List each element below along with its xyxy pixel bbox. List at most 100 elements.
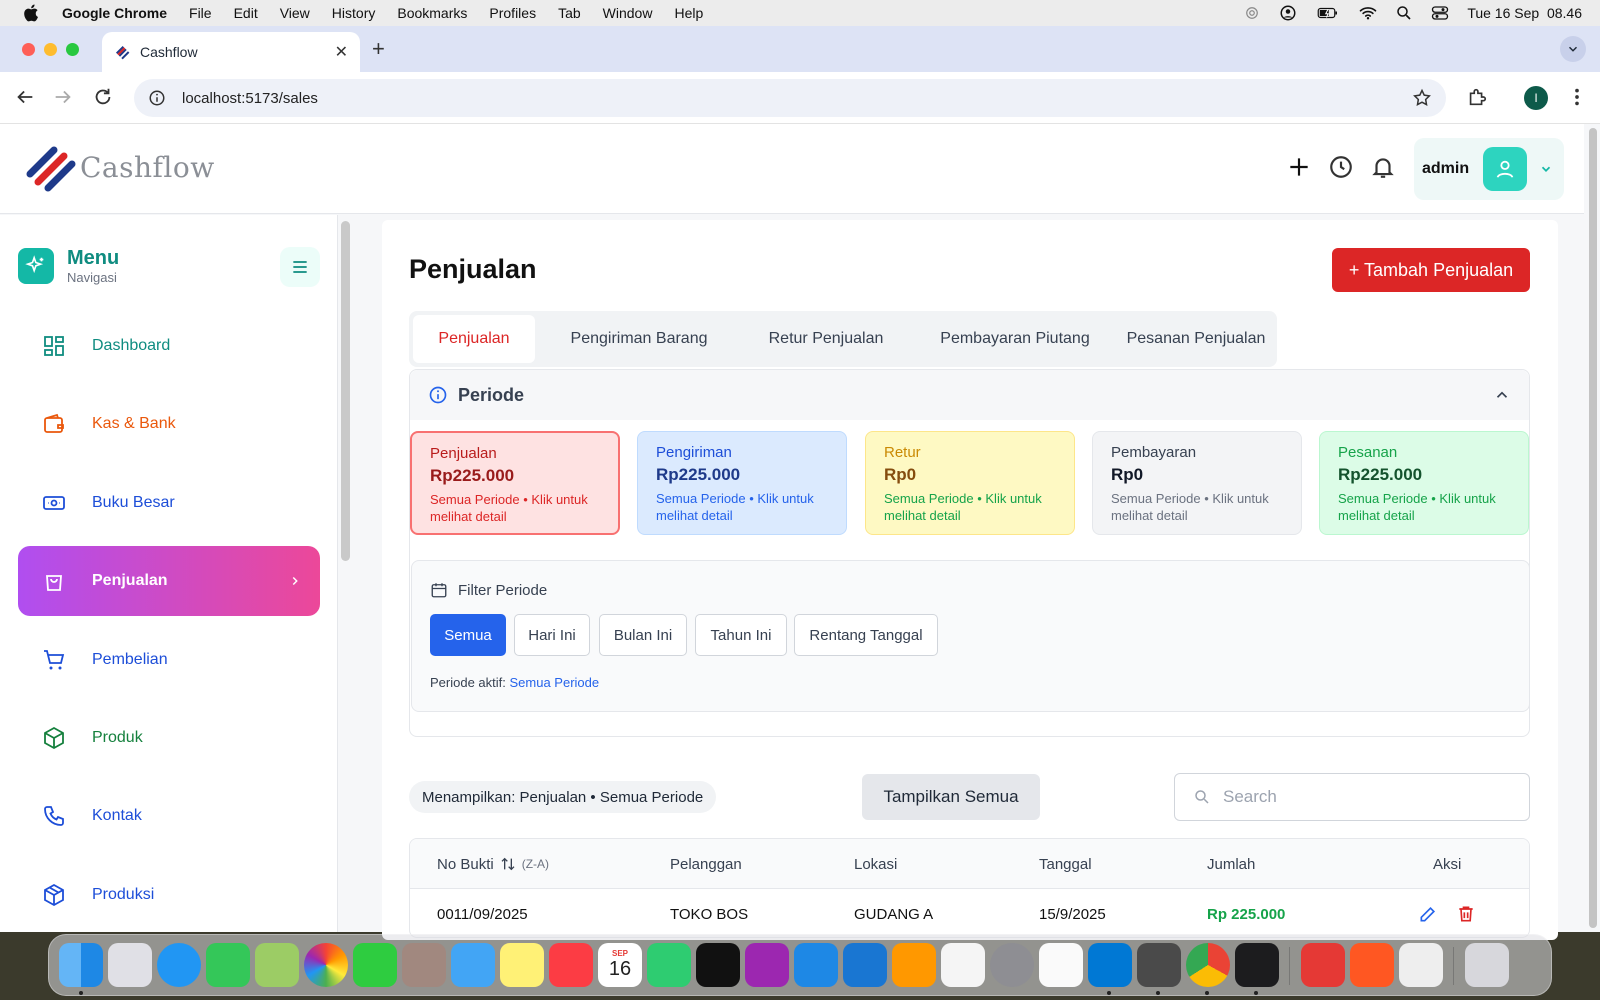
add-sale-button[interactable]: + Tambah Penjualan [1332, 248, 1530, 292]
plus-icon[interactable] [1286, 154, 1312, 180]
photos-icon[interactable] [304, 943, 348, 987]
sidebar-item-kas-bank[interactable]: Kas & Bank [18, 389, 320, 459]
sidebar-item-buku-besar[interactable]: Buku Besar [18, 468, 320, 538]
sidebar-item-pembelian[interactable]: Pembelian [18, 625, 320, 695]
sidebar-item-produksi[interactable]: Produksi [18, 860, 320, 930]
edit-button[interactable] [1418, 889, 1438, 937]
podcasts-icon[interactable] [745, 943, 789, 987]
vscode-icon[interactable] [1088, 943, 1132, 987]
search-input[interactable]: Search [1174, 773, 1530, 821]
menu-help[interactable]: Help [674, 5, 703, 21]
user-menu[interactable]: admin [1414, 138, 1564, 200]
terminal-icon[interactable] [1235, 943, 1279, 987]
mail-icon[interactable] [451, 943, 495, 987]
stat-card-retur[interactable]: Retur Rp0 Semua Periode • Klik untuk mel… [865, 431, 1075, 535]
filter-rentang-tanggal-button[interactable]: Rentang Tanggal [794, 614, 938, 656]
sort-arrows-icon[interactable] [500, 856, 516, 872]
tab-pembayaran-piutang[interactable]: Pembayaran Piutang [915, 315, 1115, 363]
chevron-up-icon[interactable] [1493, 386, 1511, 404]
show-all-button[interactable]: Tampilkan Semua [862, 774, 1040, 820]
chrome-menu-kebab-icon[interactable] [1566, 86, 1588, 108]
chrome-icon[interactable] [1186, 943, 1230, 987]
freeform-icon[interactable] [941, 943, 985, 987]
delete-button[interactable] [1456, 889, 1476, 937]
tab-close-icon[interactable]: ✕ [335, 42, 348, 62]
filter-hari-ini-button[interactable]: Hari Ini [514, 614, 590, 656]
filter-semua-button[interactable]: Semua [430, 614, 506, 656]
sublime-icon[interactable] [1137, 943, 1181, 987]
stat-card-penjualan[interactable]: Penjualan Rp225.000 Semua Periode • Klik… [410, 431, 620, 535]
address-bar[interactable]: localhost:5173/sales [134, 79, 1446, 117]
filter-bulan-ini-button[interactable]: Bulan Ini [599, 614, 687, 656]
reminders-icon[interactable] [1039, 943, 1083, 987]
tab-penjualan[interactable]: Penjualan [413, 315, 535, 363]
new-tab-button[interactable]: + [372, 36, 385, 62]
radio-icon[interactable] [1243, 4, 1261, 22]
menu-view[interactable]: View [280, 5, 310, 21]
stat-card-pesanan[interactable]: Pesanan Rp225.000 Semua Periode • Klik u… [1319, 431, 1529, 535]
page-scrollbar[interactable] [1588, 128, 1598, 928]
facetime-icon[interactable] [353, 943, 397, 987]
menubar-app-name[interactable]: Google Chrome [62, 5, 167, 21]
user-account-icon[interactable] [1279, 4, 1297, 22]
pages-icon[interactable] [892, 943, 936, 987]
history-clock-icon[interactable] [1328, 154, 1354, 180]
menu-bookmarks[interactable]: Bookmarks [397, 5, 467, 21]
calendar-icon[interactable]: SEP 16 [598, 943, 642, 987]
safari-icon[interactable] [157, 943, 201, 987]
sidebar-item-kontak[interactable]: Kontak [18, 781, 320, 851]
numbers-icon[interactable] [647, 943, 691, 987]
menu-window[interactable]: Window [603, 5, 653, 21]
tab-search-chevron-icon[interactable] [1560, 36, 1586, 62]
sidebar-item-dashboard[interactable]: Dashboard [18, 311, 320, 381]
table-row[interactable]: 0011/09/2025 TOKO BOS GUDANG A 15/9/2025… [410, 889, 1529, 937]
menu-tab[interactable]: Tab [558, 5, 581, 21]
tab-pengiriman-barang[interactable]: Pengiriman Barang [541, 315, 737, 363]
hamburger-menu-button[interactable] [280, 247, 320, 287]
browser-tab-active[interactable]: Cashflow ✕ [102, 32, 360, 72]
reload-icon[interactable] [92, 86, 114, 108]
contacts-icon[interactable] [402, 943, 446, 987]
zoom-window-button[interactable] [66, 43, 79, 56]
control-center-icon[interactable] [1431, 4, 1449, 22]
battery-icon[interactable] [1315, 4, 1341, 22]
trash-icon[interactable] [1465, 943, 1509, 987]
brand-logo[interactable]: Cashflow [26, 142, 215, 192]
finder-icon[interactable] [59, 943, 103, 987]
stat-card-pengiriman[interactable]: Pengiriman Rp225.000 Semua Periode • Kli… [637, 431, 847, 535]
sidebar-item-penjualan[interactable]: Penjualan [18, 546, 320, 616]
pencil-app-icon[interactable] [1350, 943, 1394, 987]
apple-icon[interactable] [22, 3, 42, 23]
menu-file[interactable]: File [189, 5, 212, 21]
menubar-clock[interactable]: Tue 16 Sep 08.46 [1467, 5, 1582, 21]
menu-history[interactable]: History [332, 5, 376, 21]
launchpad-icon[interactable] [108, 943, 152, 987]
git-icon[interactable] [1301, 943, 1345, 987]
forward-arrow-icon[interactable] [52, 86, 74, 108]
keynote-icon[interactable] [794, 943, 838, 987]
maps-icon[interactable] [255, 943, 299, 987]
wifi-icon[interactable] [1359, 4, 1377, 22]
filter-tahun-ini-button[interactable]: Tahun Ini [695, 614, 787, 656]
periode-header[interactable]: Periode [410, 370, 1529, 420]
bookmark-star-icon[interactable] [1412, 88, 1432, 108]
spotlight-search-icon[interactable] [1395, 4, 1413, 22]
col-no-bukti[interactable]: No Bukti (Z-A) [437, 839, 549, 889]
music-icon[interactable] [549, 943, 593, 987]
menu-profiles[interactable]: Profiles [489, 5, 536, 21]
chrome-profile-avatar[interactable]: I [1524, 86, 1548, 110]
messages-icon[interactable] [206, 943, 250, 987]
sidebar-item-produk[interactable]: Produk [18, 703, 320, 773]
minimize-window-button[interactable] [44, 43, 57, 56]
sidebar-scrollbar[interactable] [341, 221, 350, 561]
tab-pesanan-penjualan[interactable]: Pesanan Penjualan [1119, 315, 1273, 363]
notes-icon[interactable] [500, 943, 544, 987]
appstore-icon[interactable] [843, 943, 887, 987]
menu-edit[interactable]: Edit [234, 5, 258, 21]
textedit-icon[interactable] [1399, 943, 1443, 987]
close-window-button[interactable] [22, 43, 35, 56]
appletv-icon[interactable] [696, 943, 740, 987]
extensions-puzzle-icon[interactable] [1466, 86, 1488, 108]
stat-card-pembayaran[interactable]: Pembayaran Rp0 Semua Periode • Klik untu… [1092, 431, 1302, 535]
notification-bell-icon[interactable] [1370, 154, 1396, 180]
